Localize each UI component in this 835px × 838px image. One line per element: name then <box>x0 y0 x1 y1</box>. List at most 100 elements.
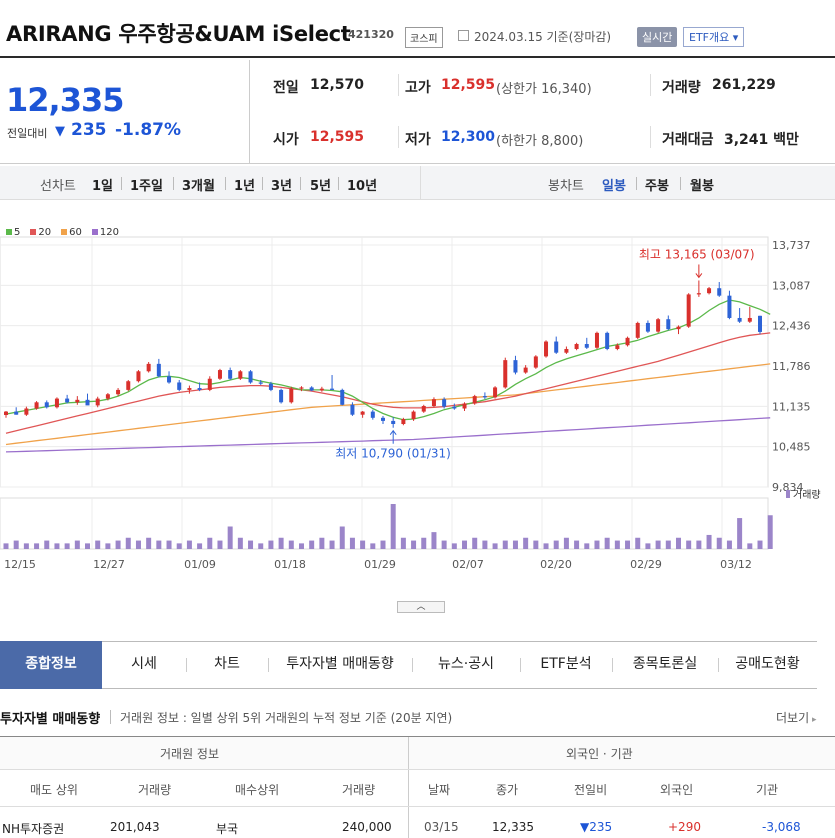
candle-body <box>319 388 324 391</box>
candle-body <box>533 356 538 368</box>
volume-bar <box>54 543 60 549</box>
volume-bar <box>95 540 101 549</box>
period-3m[interactable]: 3개월 <box>182 175 215 194</box>
x-tick-label: 02/29 <box>630 558 662 571</box>
ma-line-ma20 <box>5 332 771 434</box>
volume-label: 거래량 <box>662 80 701 96</box>
volume-bar <box>400 537 406 549</box>
volume-bar <box>64 543 70 549</box>
prev-close-label: 전일 <box>273 80 299 96</box>
realtime-button[interactable]: 실시간 <box>637 27 678 47</box>
candle-body <box>217 370 222 379</box>
volume-bar <box>594 540 600 549</box>
y-tick-label: 10,485 <box>772 441 811 454</box>
volume-bar <box>441 540 447 549</box>
etf-title: ARIRANG 우주항공&UAM iSelect <box>6 22 351 46</box>
price-chart[interactable]: 13,73713,08712,43611,78611,13510,4859,83… <box>0 235 835 575</box>
candle-body <box>44 402 49 408</box>
tab-investor-trading[interactable]: 투자자별 매매동향 <box>268 641 412 689</box>
chevron-up-icon: ︿ <box>416 602 426 612</box>
candle-weekly[interactable]: 주봉 <box>645 175 669 194</box>
high-annotation: 최고 13,165 (03/07) <box>639 247 755 261</box>
period-1y[interactable]: 1년 <box>234 175 255 194</box>
candle-monthly[interactable]: 월봉 <box>690 175 714 194</box>
line-chart-label[interactable]: 선차트 <box>40 175 76 194</box>
volume-bar <box>288 540 294 549</box>
candle-body <box>442 399 447 407</box>
candle-body <box>14 411 19 415</box>
volume-bar <box>411 540 417 549</box>
volume-bar <box>757 540 763 549</box>
volume-bar <box>309 540 315 549</box>
volume-bar <box>217 540 223 549</box>
candle-body <box>584 344 589 348</box>
tab-overview[interactable]: 종합정보 <box>0 641 102 689</box>
period-5y[interactable]: 5년 <box>310 175 331 194</box>
volume-bar <box>44 540 50 549</box>
candle-body <box>309 387 314 391</box>
volume-bar <box>360 540 366 549</box>
candle-body <box>258 382 263 384</box>
candle-body <box>411 411 416 420</box>
candle-body <box>330 388 335 390</box>
volume-bar <box>543 543 549 549</box>
volume-bar <box>207 537 213 549</box>
period-3y[interactable]: 3년 <box>271 175 292 194</box>
candle-body <box>421 406 426 412</box>
volume-bar <box>462 540 468 549</box>
volume-legend-label: 거래량 <box>793 489 821 501</box>
tab-short-selling[interactable]: 공매도현황 <box>718 641 817 689</box>
candle-body <box>370 411 375 418</box>
candle-body <box>391 420 396 425</box>
candle-daily[interactable]: 일봉 <box>602 175 626 194</box>
volume-bar <box>176 543 182 549</box>
as-of-date: 2024.03.15 기준(장마감) <box>474 30 612 44</box>
volume-bar <box>553 540 559 549</box>
calendar-icon <box>458 30 469 41</box>
period-10y[interactable]: 10년 <box>347 175 377 194</box>
tab-etf-analysis[interactable]: ETF분석 <box>520 641 612 689</box>
candle-body <box>503 360 508 388</box>
volume-bar <box>696 540 702 549</box>
tab-news[interactable]: 뉴스·공시 <box>412 641 520 689</box>
etf-overview-dropdown[interactable]: ETF개요 ▾ <box>683 27 745 47</box>
col-change: 전일비 <box>574 783 608 797</box>
collapse-chart-button[interactable]: ︿ <box>397 601 445 613</box>
volume-bar <box>574 540 580 549</box>
candle-body <box>707 288 712 294</box>
period-1w[interactable]: 1주일 <box>130 175 163 194</box>
col-date: 날짜 <box>428 783 451 797</box>
volume-bar <box>533 540 539 549</box>
volume-bar <box>421 537 427 549</box>
candle-body <box>248 371 253 383</box>
volume-bar <box>686 540 692 549</box>
candle-body <box>289 388 294 403</box>
volume-bar <box>625 540 631 549</box>
volume-bar <box>604 537 610 549</box>
candle-body <box>167 376 172 383</box>
more-link[interactable]: 더보기 ▸ <box>776 709 817 726</box>
low-annotation: 최저 10,790 (01/31) <box>335 447 451 461</box>
candle-chart-label[interactable]: 봉차트 <box>548 175 584 194</box>
high-value: 12,595 <box>441 77 496 93</box>
volume-value: 261,229 <box>712 77 776 93</box>
volume-bar <box>319 537 325 549</box>
candle-body <box>95 398 100 406</box>
section-description: 거래원 정보 : 일별 상위 5위 거래원의 누적 정보 기준 (20분 지연) <box>120 711 453 725</box>
volume-bar <box>125 537 131 549</box>
tab-chart[interactable]: 차트 <box>186 641 268 689</box>
candle-body <box>177 382 182 390</box>
period-1d[interactable]: 1일 <box>92 175 113 194</box>
tab-quotes[interactable]: 시세 <box>102 641 186 689</box>
candle-body <box>513 360 518 373</box>
tab-discussion[interactable]: 종목토론실 <box>612 641 718 689</box>
candle-body <box>116 389 121 395</box>
open-value: 12,595 <box>310 129 365 145</box>
x-tick-label: 01/29 <box>364 558 396 571</box>
low-value: 12,300 <box>441 129 496 145</box>
candle-body <box>635 322 640 338</box>
volume-bar <box>166 540 172 549</box>
section-title: 투자자별 매매동향 <box>0 712 101 727</box>
candle-body <box>65 398 70 403</box>
col-sell-top: 매도 상위 <box>30 783 78 797</box>
